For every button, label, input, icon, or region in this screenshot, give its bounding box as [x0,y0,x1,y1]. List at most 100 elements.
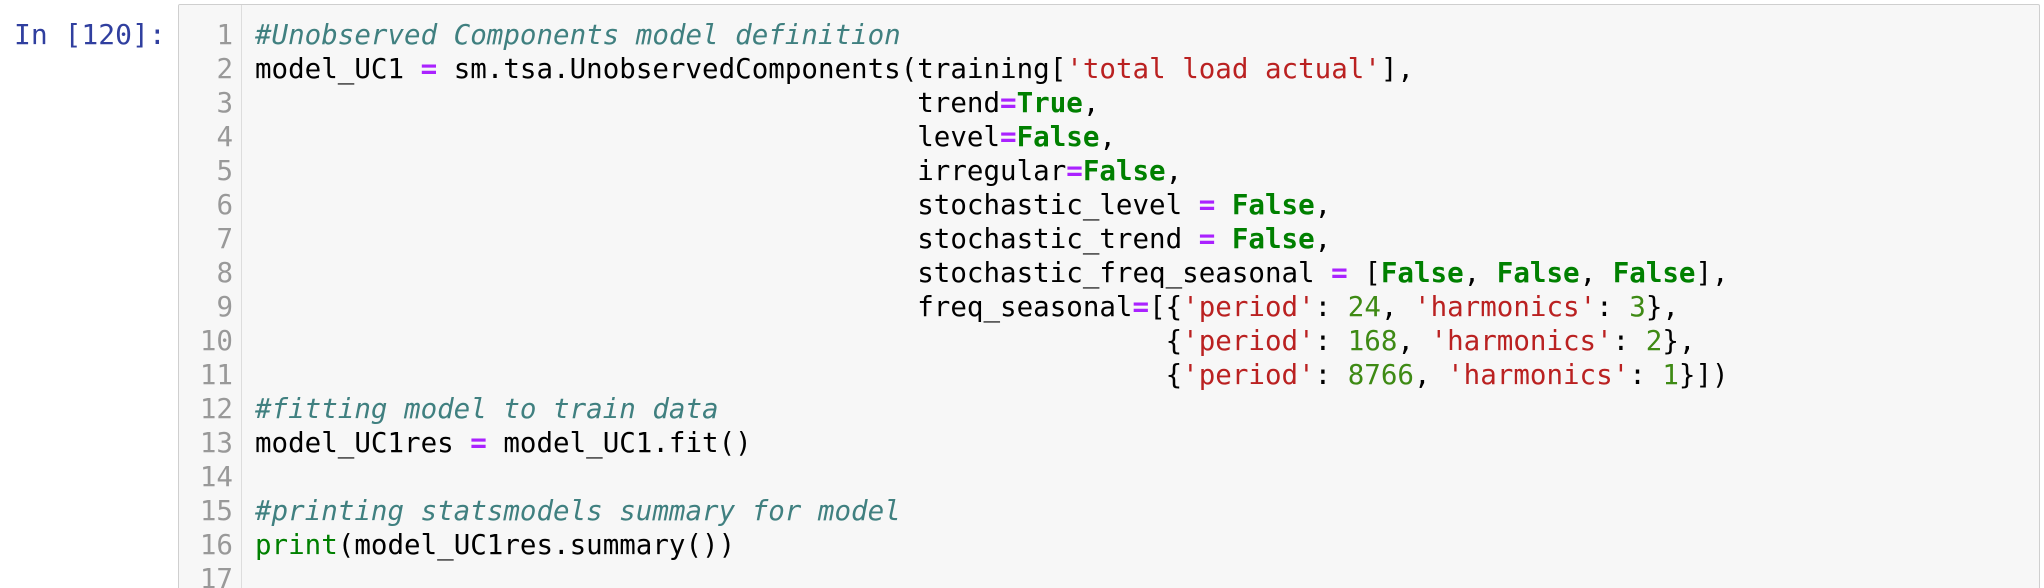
code-token-op: = [1132,291,1150,323]
code-token-plain: freq_seasonal [255,291,1133,323]
code-text[interactable]: model_UC1res = model_UC1.fit() [255,426,752,460]
line-number: 5 [216,155,233,187]
code-token-num: 24 [1347,291,1381,323]
line-number: 13 [199,427,233,459]
code-line[interactable]: 2 model_UC1 = sm.tsa.UnobservedComponents… [179,52,2039,86]
code-token-plain: , [1314,223,1332,255]
line-number: 11 [199,359,233,391]
code-text[interactable]: print(model_UC1res.summary()) [255,528,735,562]
code-token-plain: : [1596,291,1630,323]
code-token-comment: #printing statsmodels summary for model [255,495,901,527]
code-text[interactable]: freq_seasonal=[{'period': 24, 'harmonics… [255,290,1679,324]
code-token-plain: , [1099,121,1116,153]
code-token-plain: { [255,359,1183,391]
code-line[interactable]: 10 {'period': 168, 'harmonics': 2}, [179,324,2039,358]
code-text[interactable]: trend=True, [255,86,1099,120]
code-token-str: 'harmonics' [1430,325,1613,357]
code-line[interactable]: 13 model_UC1res = model_UC1.fit() [179,426,2039,460]
code-token-plain: , [1314,189,1332,221]
code-line[interactable]: 16 print(model_UC1res.summary()) [179,528,2039,562]
code-line[interactable]: 4 level=False, [179,120,2039,154]
line-number: 15 [199,495,233,527]
code-text[interactable]: irregular=False, [255,154,1182,188]
code-line[interactable]: 11 {'period': 8766, 'harmonics': 1}]) [179,358,2039,392]
code-token-plain: , [1397,325,1431,357]
code-token-plain: model_UC1.fit() [486,427,752,459]
code-token-str: 'total load actual' [1066,53,1381,85]
code-token-plain: trend [255,87,1001,119]
code-token-str: 'harmonics' [1447,359,1630,391]
line-number: 8 [216,257,233,289]
code-token-kw: False [1231,189,1315,221]
code-token-kw: False [1612,257,1696,289]
code-token-plain: : [1314,359,1348,391]
code-token-plain: }]) [1678,359,1729,391]
code-line[interactable]: 15 #printing statsmodels summary for mode… [179,494,2039,528]
code-token-plain: , [1579,257,1613,289]
code-token-comment: #Unobserved Components model definition [255,19,901,51]
code-token-plain: [{ [1149,291,1183,323]
line-number: 4 [216,121,233,153]
code-line[interactable]: 14 [179,460,2039,494]
code-token-op: = [1000,87,1017,119]
code-token-plain: , [1082,87,1100,119]
code-token-plain: stochastic_level [255,189,1199,221]
code-text[interactable]: {'period': 8766, 'harmonics': 1}]) [255,358,1729,392]
code-token-kw: False [1380,257,1464,289]
code-token-plain: , [1380,291,1415,323]
code-line[interactable]: 8 stochastic_freq_seasonal = [False, Fal… [179,256,2039,290]
code-editor[interactable]: 1 #Unobserved Components model definition… [178,4,2040,588]
code-line[interactable]: 17 [179,562,2039,588]
code-token-num: 3 [1629,291,1646,323]
code-token-plain: model_UC1res [255,427,471,459]
code-line[interactable]: 12 #fitting model to train data [179,392,2039,426]
code-token-plain: (model_UC1res.summary()) [337,529,736,561]
code-token-op: = [1066,155,1083,187]
code-token-op: = [470,427,487,459]
code-token-num: 1 [1662,359,1679,391]
code-line[interactable]: 1 #Unobserved Components model definition [179,18,2039,52]
code-text[interactable]: #fitting model to train data [255,392,719,426]
code-token-plain: : [1314,291,1348,323]
line-number: 1 [216,19,233,51]
line-number: 6 [216,189,233,221]
code-line[interactable]: 3 trend=True, [179,86,2039,120]
code-token-plain: stochastic_freq_seasonal [255,257,1332,289]
code-token-plain: ], [1695,257,1729,289]
code-token-op: = [420,53,438,85]
line-number: 12 [199,393,233,425]
code-line[interactable]: 9 freq_seasonal=[{'period': 24, 'harmoni… [179,290,2039,324]
code-text[interactable]: stochastic_freq_seasonal = [False, False… [255,256,1729,290]
code-text[interactable]: model_UC1 = sm.tsa.UnobservedComponents(… [255,52,1414,86]
code-token-plain: level [255,121,1001,153]
code-token-op: = [1331,257,1348,289]
code-token-plain: ], [1380,53,1414,85]
code-token-op: = [1000,121,1017,153]
code-token-op: = [1198,223,1216,255]
code-text[interactable]: level=False, [255,120,1116,154]
code-token-num: 8766 [1347,359,1414,391]
code-token-comment: #fitting model to train data [255,393,719,425]
line-number: 3 [216,87,233,119]
code-line[interactable]: 6 stochastic_level = False, [179,188,2039,222]
code-text[interactable]: #Unobserved Components model definition [255,18,901,52]
code-line[interactable]: 5 irregular=False, [179,154,2039,188]
code-token-plain: : [1314,325,1348,357]
code-line[interactable]: 7 stochastic_trend = False, [179,222,2039,256]
notebook-code-cell[interactable]: In [120]: 1 #Unobserved Components model … [0,0,2044,588]
code-token-plain: model_UC1 [255,53,421,85]
line-number: 9 [216,291,233,323]
code-text[interactable]: stochastic_level = False, [255,188,1331,222]
line-number: 14 [199,461,233,493]
code-text[interactable]: {'period': 168, 'harmonics': 2}, [255,324,1696,358]
code-token-plain: [ [1347,257,1381,289]
input-prompt: In [120]: [14,18,166,51]
code-token-str: 'period' [1182,325,1315,357]
code-text[interactable]: stochastic_trend = False, [255,222,1331,256]
code-text[interactable]: #printing statsmodels summary for model [255,494,901,528]
code-token-str: 'harmonics' [1414,291,1597,323]
code-token-kw: False [1016,121,1100,153]
code-token-str: 'period' [1182,291,1315,323]
